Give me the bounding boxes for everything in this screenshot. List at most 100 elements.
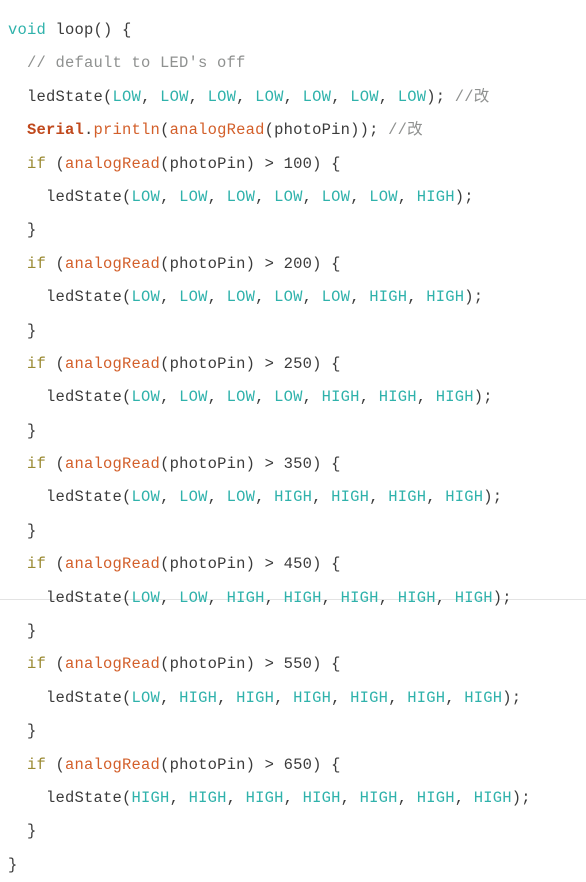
code-token-constant: HIGH	[331, 488, 370, 507]
code-token-constant: HIGH	[340, 588, 379, 607]
code-token-punct: ,	[359, 388, 379, 407]
code-token-constant: LOW	[179, 187, 208, 206]
code-token-constant: HIGH	[407, 688, 446, 707]
code-token-constant: HIGH	[179, 688, 218, 707]
code-token-punct: ,	[217, 688, 237, 707]
code-token-constant: LOW	[131, 588, 161, 607]
code-token-punct: (photoPin) >	[160, 154, 284, 173]
code-token-punct: ,	[160, 688, 180, 707]
code-token-constant: HIGH	[302, 788, 341, 807]
code-token-plain: ledState	[27, 87, 104, 106]
code-token-punct: (	[46, 655, 66, 674]
code-token-punct: }	[27, 321, 37, 340]
code-token-punct: (photoPin) >	[160, 655, 284, 674]
code-token-punct: ,	[435, 588, 455, 607]
code-token-punct: ,	[340, 788, 360, 807]
code-token-punct: ,	[331, 688, 351, 707]
code-token-punct: (photoPin));	[264, 121, 389, 140]
code-line: if (analogRead(photoPin) > 650) {	[0, 749, 586, 782]
code-line: }	[0, 849, 586, 882]
code-line: if (analogRead(photoPin) > 350) {	[0, 448, 586, 481]
code-token-function: analogRead	[65, 354, 161, 373]
code-line: ledState(HIGH, HIGH, HIGH, HIGH, HIGH, H…	[0, 782, 586, 815]
code-token-constant: LOW	[302, 87, 332, 106]
code-token-punct: (	[46, 555, 66, 574]
code-token-comment: //改	[388, 121, 423, 140]
code-token-function: analogRead	[169, 121, 265, 140]
code-token-punct: (	[46, 354, 66, 373]
code-line: ledState(LOW, LOW, HIGH, HIGH, HIGH, HIG…	[0, 582, 586, 615]
code-token-punct: (	[46, 154, 66, 173]
code-token-constant: LOW	[226, 388, 256, 407]
code-token-constant: LOW	[226, 288, 256, 307]
code-token-punct: ,	[388, 688, 408, 707]
code-token-constant: LOW	[321, 187, 351, 206]
code-token-punct: );	[454, 187, 474, 206]
code-token-punct: );	[464, 288, 484, 307]
code-token-punct: ,	[207, 588, 227, 607]
code-token-punct: () {	[93, 21, 132, 39]
code-token-plain: loop	[55, 21, 94, 39]
code-token-constant: LOW	[369, 187, 398, 206]
code-token-punct: }	[27, 822, 37, 841]
code-token-function: analogRead	[65, 555, 161, 574]
code-line: Serial.println(analogRead(photoPin)); //…	[0, 114, 586, 147]
code-token-punct: ,	[369, 488, 389, 507]
code-token-constant: HIGH	[464, 688, 503, 707]
code-token-punct: ,	[407, 288, 427, 307]
code-token-plain: ledState	[46, 187, 123, 206]
code-token-object: Serial	[27, 121, 85, 140]
code-token-punct: (	[122, 187, 132, 206]
code-token-punct: ,	[236, 87, 256, 106]
code-token-punct: (	[122, 588, 132, 607]
code-line: if (analogRead(photoPin) > 250) {	[0, 348, 586, 381]
code-token-punct: }	[27, 421, 37, 440]
code-token-constant: HIGH	[226, 588, 265, 607]
code-line: ledState(LOW, LOW, LOW, LOW, LOW, LOW, L…	[0, 81, 586, 114]
code-token-function: analogRead	[65, 154, 161, 173]
code-token-punct: ,	[302, 288, 322, 307]
code-token-punct: ,	[264, 588, 284, 607]
code-token-punct: ) {	[312, 755, 341, 774]
code-line: }	[0, 415, 586, 448]
code-token-punct: ,	[160, 488, 180, 507]
code-token-punct: .	[84, 121, 94, 140]
code-token-constant: LOW	[131, 187, 161, 206]
code-token-punct: ,	[141, 87, 161, 106]
code-token-function: analogRead	[65, 455, 161, 474]
code-token-constant: HIGH	[473, 788, 512, 807]
code-token-punct: ) {	[312, 455, 341, 474]
code-line: ledState(LOW, LOW, LOW, HIGH, HIGH, HIGH…	[0, 481, 586, 514]
code-token-punct: ,	[226, 788, 246, 807]
code-token-punct: (photoPin) >	[160, 254, 284, 273]
code-token-punct: ,	[331, 87, 351, 106]
code-token-punct: ,	[283, 788, 303, 807]
code-token-constant: HIGH	[283, 588, 322, 607]
code-token-punct: ,	[160, 588, 180, 607]
code-token-punct: (	[46, 455, 66, 474]
code-token-punct: (	[122, 388, 132, 407]
code-token-constant: LOW	[274, 288, 303, 307]
code-block[interactable]: void loop() { // default to LED's off le…	[0, 0, 586, 874]
code-token-punct: (photoPin) >	[160, 354, 284, 373]
code-token-constant: HIGH	[188, 788, 227, 807]
code-token-constant: HIGH	[369, 288, 408, 307]
code-token-punct: ) {	[312, 254, 341, 273]
code-token-punct: (photoPin) >	[160, 455, 284, 474]
code-token-punct: );	[426, 87, 455, 106]
code-token-constant: HIGH	[378, 388, 417, 407]
code-token-punct: ,	[454, 788, 474, 807]
code-token-punct: (	[46, 755, 66, 774]
